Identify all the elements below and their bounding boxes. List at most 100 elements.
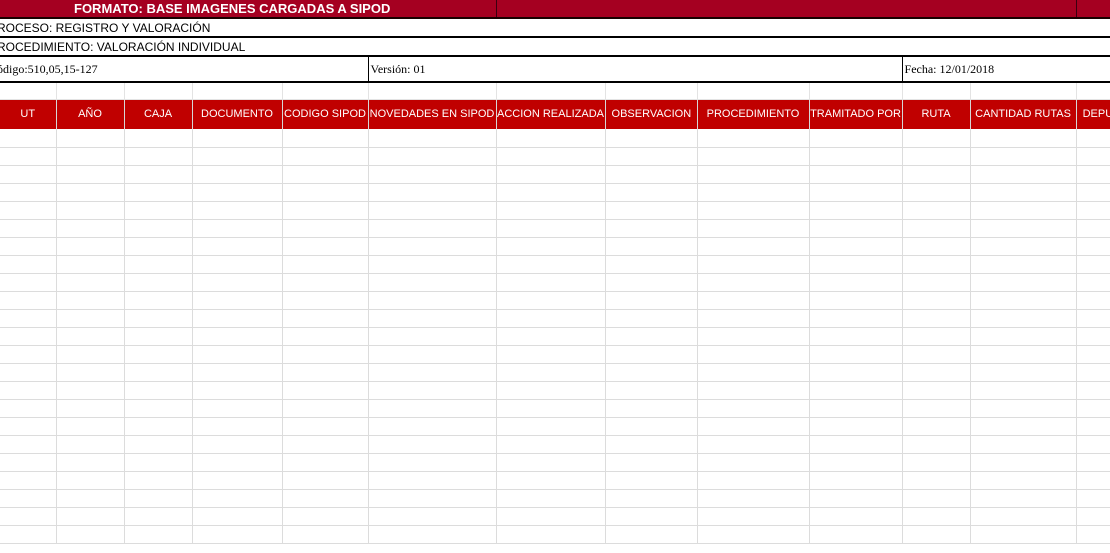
grid-cell[interactable] (1076, 399, 1110, 418)
grid-cell[interactable] (368, 201, 497, 220)
header-ano[interactable]: AÑO (56, 99, 125, 129)
grid-cell[interactable] (368, 82, 497, 100)
grid-cell[interactable] (192, 381, 283, 400)
grid-cell[interactable] (605, 183, 698, 202)
grid-cell[interactable] (282, 453, 369, 472)
grid-cell[interactable] (605, 399, 698, 418)
grid-cell[interactable] (496, 417, 606, 436)
grid-cell[interactable] (56, 417, 125, 436)
grid-cell[interactable] (1076, 525, 1110, 544)
grid-cell[interactable] (56, 273, 125, 292)
grid-cell[interactable] (496, 363, 606, 382)
grid-cell[interactable] (0, 327, 57, 346)
grid-cell[interactable] (809, 471, 903, 490)
grid-cell[interactable] (124, 363, 193, 382)
grid-cell[interactable] (192, 525, 283, 544)
grid-cell[interactable] (809, 237, 903, 256)
grid-cell[interactable] (809, 183, 903, 202)
grid-cell[interactable] (605, 381, 698, 400)
grid-cell[interactable] (192, 273, 283, 292)
grid-cell[interactable] (970, 381, 1077, 400)
grid-cell[interactable] (0, 453, 57, 472)
grid-cell[interactable] (56, 327, 125, 346)
grid-cell[interactable] (697, 489, 810, 508)
grid-cell[interactable] (605, 507, 698, 526)
grid-cell[interactable] (970, 435, 1077, 454)
grid-cell[interactable] (605, 273, 698, 292)
grid-cell[interactable] (1076, 82, 1110, 100)
grid-cell[interactable] (0, 273, 57, 292)
grid-cell[interactable] (124, 219, 193, 238)
grid-cell[interactable] (56, 129, 125, 148)
grid-cell[interactable] (0, 219, 57, 238)
grid-cell[interactable] (0, 435, 57, 454)
grid-cell[interactable] (605, 471, 698, 490)
grid-cell[interactable] (0, 82, 57, 100)
grid-cell[interactable] (368, 129, 497, 148)
grid-cell[interactable] (809, 309, 903, 328)
title-blank-cell-end[interactable] (1076, 0, 1110, 19)
grid-cell[interactable] (1076, 183, 1110, 202)
grid-cell[interactable] (282, 291, 369, 310)
grid-cell[interactable] (1076, 363, 1110, 382)
grid-cell[interactable] (809, 525, 903, 544)
grid-cell[interactable] (0, 525, 57, 544)
grid-cell[interactable] (192, 417, 283, 436)
grid-cell[interactable] (902, 309, 971, 328)
grid-cell[interactable] (496, 309, 606, 328)
grid-cell[interactable] (1076, 219, 1110, 238)
grid-cell[interactable] (368, 417, 497, 436)
grid-cell[interactable] (192, 327, 283, 346)
grid-cell[interactable] (902, 165, 971, 184)
grid-cell[interactable] (56, 489, 125, 508)
grid-cell[interactable] (368, 273, 497, 292)
grid-cell[interactable] (809, 147, 903, 166)
grid-cell[interactable] (902, 381, 971, 400)
grid-cell[interactable] (124, 381, 193, 400)
grid-cell[interactable] (192, 309, 283, 328)
grid-cell[interactable] (902, 489, 971, 508)
grid-cell[interactable] (192, 489, 283, 508)
grid-cell[interactable] (902, 417, 971, 436)
grid-cell[interactable] (1076, 147, 1110, 166)
grid-cell[interactable] (124, 399, 193, 418)
grid-cell[interactable] (970, 291, 1077, 310)
header-depu[interactable]: DEPU (1076, 99, 1110, 129)
grid-cell[interactable] (282, 525, 369, 544)
codigo-cell[interactable]: ódigo:510,05,15-127 (0, 56, 368, 83)
grid-cell[interactable] (56, 507, 125, 526)
grid-cell[interactable] (970, 237, 1077, 256)
grid-cell[interactable] (124, 453, 193, 472)
grid-cell[interactable] (970, 363, 1077, 382)
grid-cell[interactable] (496, 291, 606, 310)
grid-cell[interactable] (902, 201, 971, 220)
grid-cell[interactable] (496, 255, 606, 274)
grid-cell[interactable] (809, 399, 903, 418)
grid-cell[interactable] (0, 489, 57, 508)
grid-cell[interactable] (970, 147, 1077, 166)
grid-cell[interactable] (496, 165, 606, 184)
grid-cell[interactable] (697, 82, 810, 100)
grid-cell[interactable] (282, 219, 369, 238)
grid-cell[interactable] (697, 201, 810, 220)
grid-cell[interactable] (282, 327, 369, 346)
grid-cell[interactable] (970, 327, 1077, 346)
grid-cell[interactable] (605, 147, 698, 166)
grid-cell[interactable] (809, 345, 903, 364)
grid-cell[interactable] (56, 82, 125, 100)
grid-cell[interactable] (282, 237, 369, 256)
grid-cell[interactable] (809, 453, 903, 472)
grid-cell[interactable] (124, 273, 193, 292)
grid-cell[interactable] (605, 129, 698, 148)
grid-cell[interactable] (902, 363, 971, 382)
grid-cell[interactable] (970, 507, 1077, 526)
grid-cell[interactable] (0, 201, 57, 220)
grid-cell[interactable] (809, 219, 903, 238)
grid-cell[interactable] (282, 147, 369, 166)
grid-cell[interactable] (0, 363, 57, 382)
grid-cell[interactable] (697, 129, 810, 148)
grid-cell[interactable] (902, 345, 971, 364)
grid-cell[interactable] (902, 237, 971, 256)
grid-cell[interactable] (0, 399, 57, 418)
proceso-cell[interactable]: ROCESO: REGISTRO Y VALORACIÓN (0, 18, 1110, 38)
